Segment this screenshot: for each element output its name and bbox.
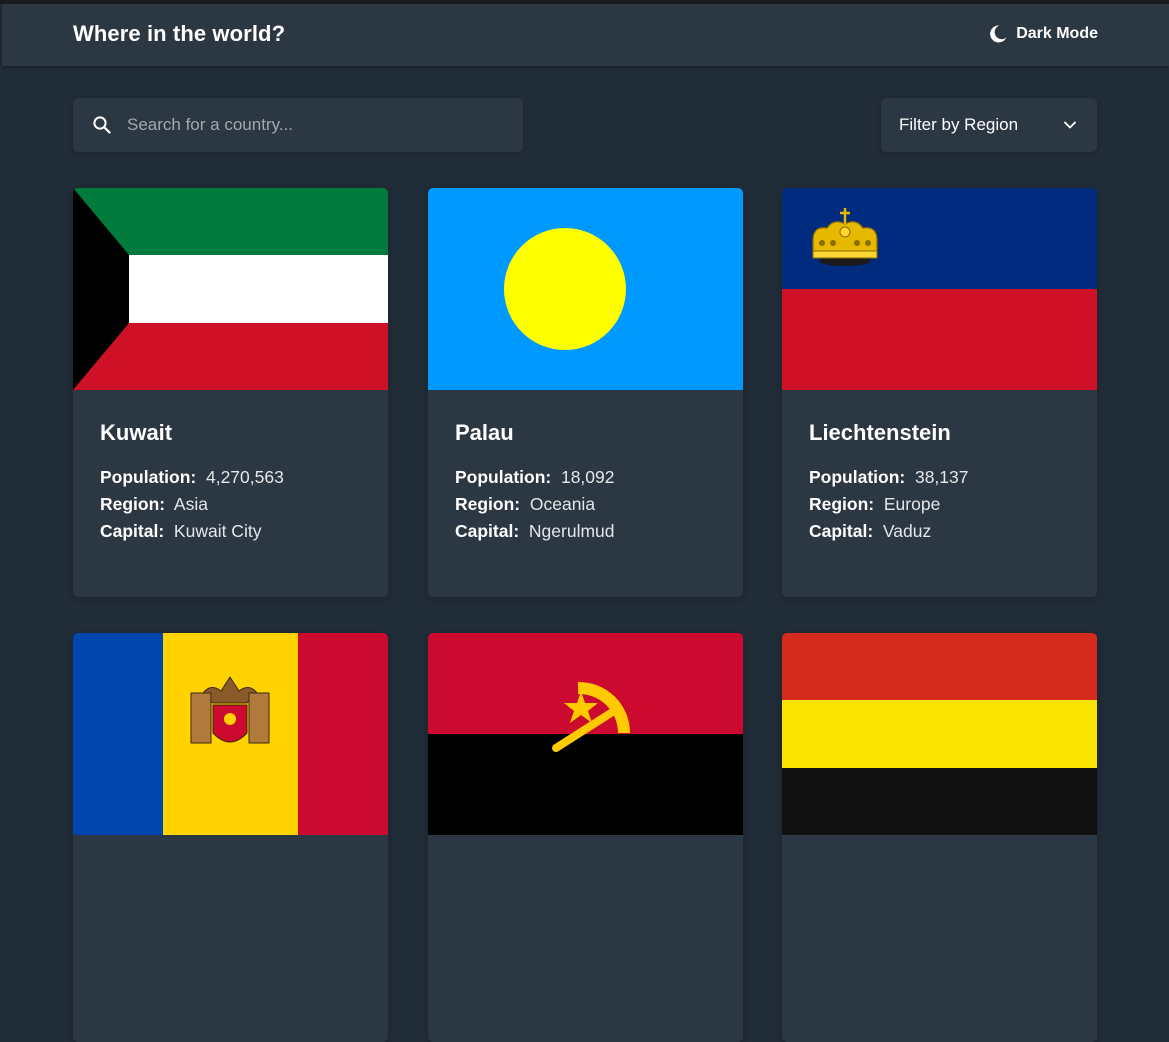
capital-row: Capital: Ngerulmud xyxy=(455,518,615,545)
country-name: Kuwait xyxy=(100,420,173,445)
capital-value: Ngerulmud xyxy=(528,521,615,541)
population-label: Population: xyxy=(809,467,906,487)
region-value: Asia xyxy=(173,494,208,514)
population-value: 18,092 xyxy=(560,467,615,487)
tricolor-flag xyxy=(782,633,1097,835)
region-row: Region: Asia xyxy=(100,491,284,518)
capital-label: Capital: xyxy=(455,521,520,541)
population-value: 38,137 xyxy=(914,467,969,487)
region-value: Oceania xyxy=(529,494,596,514)
flag-image xyxy=(428,188,743,390)
dark-mode-toggle[interactable]: Dark Mode xyxy=(988,4,1098,64)
palau-flag xyxy=(428,188,743,390)
region-row: Region: Oceania xyxy=(455,491,615,518)
search-icon xyxy=(93,116,111,139)
app-title: Where in the world? xyxy=(73,21,286,46)
chevron-down-icon xyxy=(1063,118,1077,137)
region-label: Region: xyxy=(455,494,521,514)
country-card[interactable]: Liechtenstein Population: 38,137 Region:… xyxy=(782,188,1097,597)
flag-image xyxy=(73,633,388,835)
capital-value: Vaduz xyxy=(882,521,932,541)
search-input[interactable] xyxy=(127,98,507,152)
capital-row: Capital: Vaduz xyxy=(809,518,969,545)
population-label: Population: xyxy=(455,467,552,487)
country-name: Palau xyxy=(455,420,514,445)
region-row: Region: Europe xyxy=(809,491,969,518)
search-bar xyxy=(73,98,523,152)
region-filter-dropdown[interactable]: Filter by Region xyxy=(881,98,1097,152)
population-value: 4,270,563 xyxy=(205,467,284,487)
country-card[interactable] xyxy=(782,633,1097,1042)
region-label: Region: xyxy=(809,494,875,514)
capital-row: Capital: Kuwait City xyxy=(100,518,284,545)
kuwait-flag xyxy=(73,188,388,390)
country-name: Liechtenstein xyxy=(809,420,951,445)
liechtenstein-flag xyxy=(782,188,1097,390)
moon-icon xyxy=(988,24,1008,44)
region-filter-label: Filter by Region xyxy=(899,115,1019,134)
angola-flag xyxy=(428,633,743,835)
country-card[interactable] xyxy=(73,633,388,1042)
flag-image xyxy=(782,188,1097,390)
population-row: Population: 18,092 xyxy=(455,464,615,491)
flag-image xyxy=(73,188,388,390)
capital-value: Kuwait City xyxy=(173,521,262,541)
population-row: Population: 38,137 xyxy=(809,464,969,491)
country-card[interactable]: Palau Population: 18,092 Region: Oceania… xyxy=(428,188,743,597)
region-value: Europe xyxy=(883,494,941,514)
population-row: Population: 4,270,563 xyxy=(100,464,284,491)
flag-image xyxy=(782,633,1097,835)
region-label: Region: xyxy=(100,494,166,514)
flag-image xyxy=(428,633,743,835)
population-label: Population: xyxy=(100,467,197,487)
country-card[interactable]: Kuwait Population: 4,270,563 Region: Asi… xyxy=(73,188,388,597)
moldova-flag xyxy=(73,633,388,835)
app-header: Where in the world? Dark Mode xyxy=(2,4,1169,66)
capital-label: Capital: xyxy=(809,521,874,541)
capital-label: Capital: xyxy=(100,521,165,541)
country-card[interactable] xyxy=(428,633,743,1042)
dark-mode-label: Dark Mode xyxy=(1016,25,1098,42)
